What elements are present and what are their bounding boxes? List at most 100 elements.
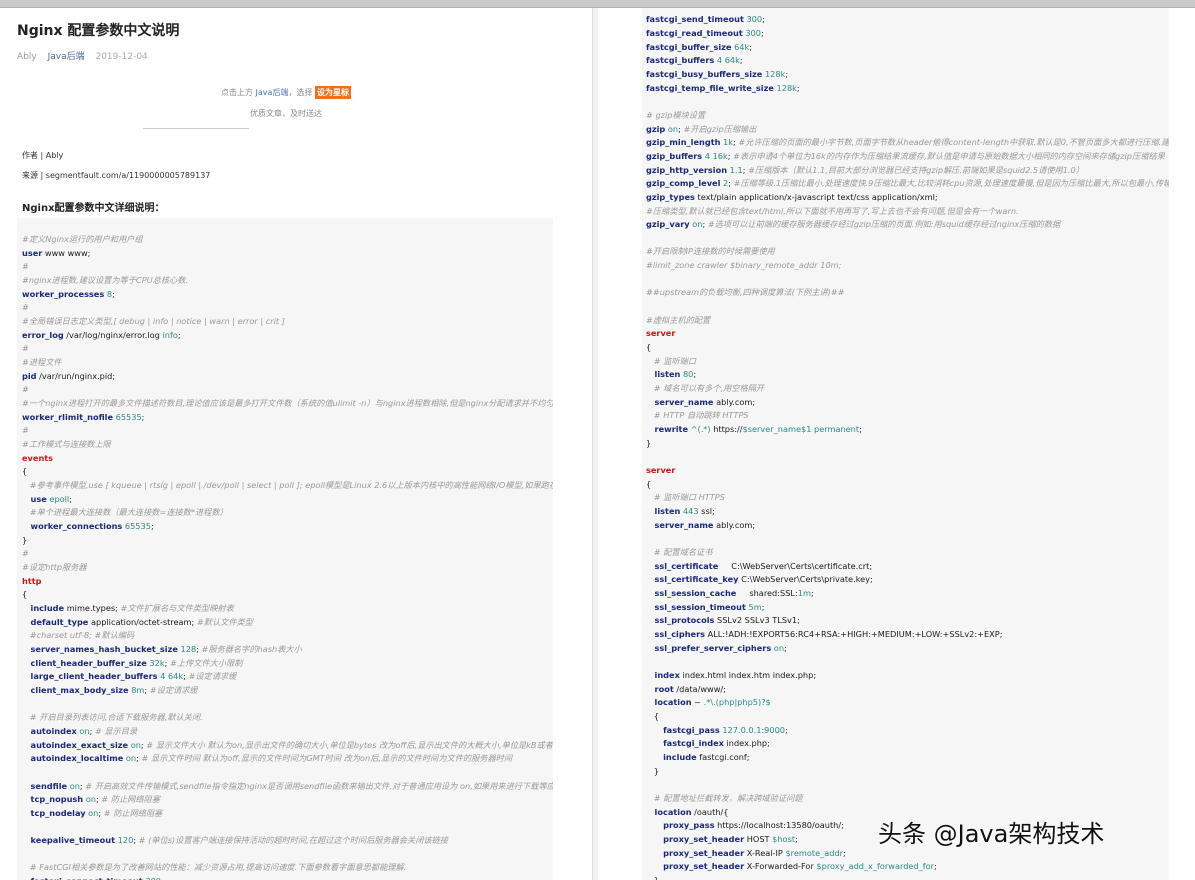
code-line: { xyxy=(22,466,27,477)
code-directive: tcp_nopush xyxy=(22,794,84,804)
code-directive: index xyxy=(646,670,680,680)
promo-account-link[interactable]: Java后端 xyxy=(256,88,289,97)
code-line: fastcgi_temp_file_write_size 128k; xyxy=(646,83,800,94)
code-comment: # 开启高效文件传输模式,sendfile指令指定nginx是否调用sendfi… xyxy=(85,781,553,791)
code-comment: # HTTP 自动跳转 HTTPS xyxy=(646,410,749,420)
code-directive: ssl_protocols xyxy=(646,615,715,625)
code-value: 32k xyxy=(146,658,165,668)
left-page: Nginx 配置参数中文说明 Ably Java后端 2019-12-04 点击… xyxy=(0,8,592,880)
code-comment: #选项可以让前端的缓存服务器缓存经过gzip压缩的页面.例如:用squid缓存经… xyxy=(707,219,1061,229)
window-top-strip xyxy=(0,0,1195,8)
code-comment: #设定请求缓 xyxy=(149,685,198,695)
code-directive: events xyxy=(22,453,54,463)
article-title: Nginx 配置参数中文说明 xyxy=(17,23,180,39)
code-value: ; xyxy=(112,289,115,299)
code-line: # xyxy=(22,548,29,559)
code-value: https://localhost:13580/oauth/; xyxy=(714,820,844,830)
code-directive: worker_rlimit_nofile xyxy=(22,412,114,422)
code-value: 300 xyxy=(743,14,763,24)
code-value: ; xyxy=(749,42,753,52)
code-value: mime.types; xyxy=(64,603,121,613)
code-value: on xyxy=(128,740,141,750)
code-directive: rewrite xyxy=(646,424,689,434)
code-directive: fastcgi_busy_buffers_size xyxy=(646,69,763,79)
code-comment: #参考事件模型,use [ kqueue | rtsig | epoll | /… xyxy=(29,480,553,490)
code-directive: listen xyxy=(646,506,681,516)
code-value: on xyxy=(689,219,703,229)
code-value: ; xyxy=(933,861,937,871)
code-line: #工作模式与连接数上限 xyxy=(22,439,111,450)
code-line: #单个进程最大连接数（最大连接数=连接数*进程数） xyxy=(22,507,228,518)
code-comment: #文件扩展名与文件类型映射表 xyxy=(120,603,234,613)
code-value: shared:SSL: xyxy=(736,588,798,598)
code-directive: ssl_session_cache xyxy=(646,588,737,598)
code-line: ##upstream的负载均衡,四种调度算法(下例主讲)## xyxy=(646,287,845,298)
code-line: { xyxy=(646,479,651,490)
code-value: 1.1 xyxy=(727,165,743,175)
code-line: #全局错误日志定义类型,[ debug | info | notice | wa… xyxy=(22,316,285,327)
code-directive: fastcgi_temp_file_write_size xyxy=(646,83,774,93)
code-value: 120 xyxy=(115,835,134,845)
code-value: 4 64k xyxy=(714,55,740,65)
code-line: #charset utf-8; #默认编码 xyxy=(22,630,134,641)
code-line: server xyxy=(646,328,675,339)
code-comment: #默认文件类型 xyxy=(196,617,253,627)
code-comment: # FastCGI相关参数是为了改善网站的性能：减少资源占用,提高访问速度.下面… xyxy=(22,862,407,872)
code-directive: keepalive_timeout xyxy=(22,835,116,845)
code-line: location ~ .*\.(php|php5)?$ xyxy=(646,697,771,708)
code-value: ^(.*) xyxy=(688,424,711,434)
code-comment: #设定http服务器 xyxy=(22,562,87,572)
code-line: tcp_nodelay on; # 防止网络阻塞 xyxy=(22,808,163,819)
code-comment: # 防止网络阻塞 xyxy=(101,794,160,804)
code-line: keepalive_timeout 120; # (单位s)设置客户端连接保持活… xyxy=(22,835,448,846)
code-value: ; xyxy=(739,55,743,65)
code-directive: root xyxy=(646,684,674,694)
code-value: { xyxy=(646,711,660,721)
code-value: on xyxy=(771,643,785,653)
code-value: ; xyxy=(177,330,181,340)
code-comment: #nginx进程数,建议设置为等于CPU总核心数. xyxy=(22,275,189,285)
code-value: text/plain application/x-javascript text… xyxy=(694,192,938,202)
code-line: { xyxy=(646,342,651,353)
code-line: worker_rlimit_nofile 65535; xyxy=(22,412,144,423)
code-line: worker_processes 8; xyxy=(22,289,115,300)
code-line: #压缩类型,默认就已经包含text/html,所以下面就不用再写了,写上去也不会… xyxy=(646,206,1019,217)
article-meta: Ably Java后端 2019-12-04 xyxy=(17,49,148,62)
code-value: ; xyxy=(810,588,814,598)
code-comment: #全局错误日志定义类型,[ debug | info | notice | wa… xyxy=(22,316,285,326)
code-comment: #开启限制IP连接数的时候需要使用 xyxy=(646,246,775,256)
code-value: 5m xyxy=(745,602,762,612)
set-star-button[interactable]: 设为星标 xyxy=(315,86,351,99)
code-line: #nginx进程数,建议设置为等于CPU总核心数. xyxy=(22,275,188,286)
code-directive: gzip_vary xyxy=(646,219,690,229)
code-comment: #表示申请4个单位为16k的内存作为压缩结果流缓存,默认值是申请与原始数据大小相… xyxy=(733,151,1165,161)
code-value: } xyxy=(646,438,652,448)
code-comment: # 防止网络阻塞 xyxy=(103,808,163,818)
code-comment: #允许压缩的页面的最小字节数,页面字节数从header偷得content-len… xyxy=(738,137,1169,147)
code-value: ; xyxy=(69,494,72,504)
code-line: #设定http服务器 xyxy=(22,562,87,573)
code-directive: fastcgi_read_timeout xyxy=(646,28,743,38)
code-value: ~ xyxy=(691,697,704,707)
code-line: fastcgi_connect_timeout 300; xyxy=(22,876,164,880)
code-line: ssl_ciphers ALL:!ADH:!EXPORT56:RC4+RSA:+… xyxy=(646,629,1003,640)
code-line: ssl_session_cache shared:SSL:1m; xyxy=(646,588,814,599)
code-value: ; xyxy=(141,412,145,422)
code-line: # FastCGI相关参数是为了改善网站的性能：减少资源占用,提高访问速度.下面… xyxy=(22,862,406,873)
code-value: 80 xyxy=(680,369,694,379)
code-comment: # xyxy=(22,343,29,353)
code-directive: gzip_types xyxy=(646,192,695,202)
account-link[interactable]: Java后端 xyxy=(48,52,85,62)
code-directive: ssl_prefer_server_ciphers xyxy=(646,643,772,653)
code-directive: pid xyxy=(22,371,37,381)
code-comment: # 显示目录 xyxy=(94,726,138,736)
code-comment: #服务器名字的hash表大小 xyxy=(201,644,302,654)
code-comment: # xyxy=(22,302,29,312)
code-line: tcp_nopush on; # 防止网络阻塞 xyxy=(22,794,160,805)
code-line: } xyxy=(22,535,27,546)
code-directive: server xyxy=(646,465,676,475)
code-directive: server xyxy=(646,328,676,338)
code-value: $server_name$1 permanent xyxy=(742,424,860,434)
code-value: { xyxy=(646,342,652,352)
code-value: 127.0.0.1:9000 xyxy=(719,725,785,735)
